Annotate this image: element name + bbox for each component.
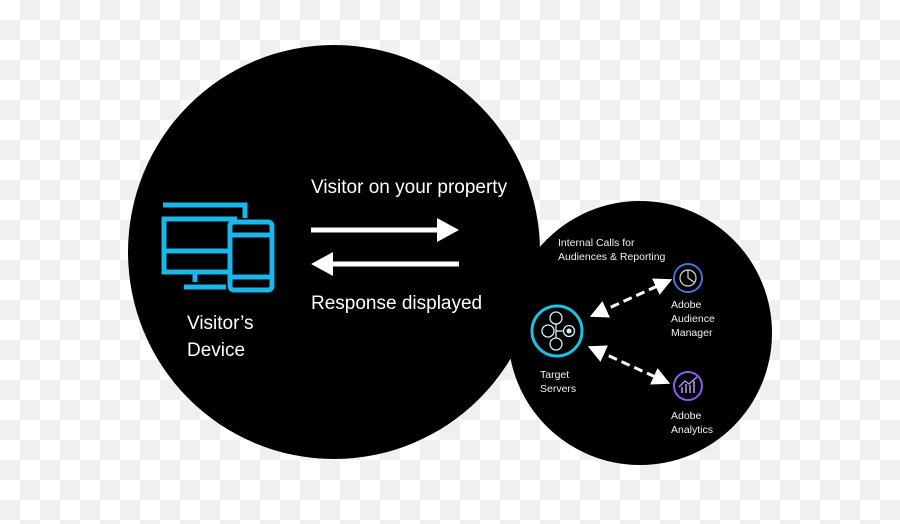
target-servers-line2: Servers xyxy=(540,383,577,395)
request-label: Visitor on your property xyxy=(311,177,508,198)
target-servers-line1: Target xyxy=(540,369,570,381)
diagram-canvas xyxy=(128,45,772,465)
response-label: Response displayed xyxy=(311,293,483,314)
audience-manager-line2: Audience xyxy=(671,313,715,325)
internal-calls-line1: Internal Calls for xyxy=(558,237,635,249)
visitor-device-label-line2: Device xyxy=(187,340,246,361)
audience-manager-line3: Manager xyxy=(671,327,713,339)
audience-manager-line1: Adobe xyxy=(671,299,702,311)
internal-calls-line2: Audiences & Reporting xyxy=(558,251,666,263)
analytics-line2: Analytics xyxy=(671,424,714,436)
visitor-device-label-line1: Visitor’s xyxy=(187,313,254,334)
analytics-line1: Adobe xyxy=(671,410,702,422)
